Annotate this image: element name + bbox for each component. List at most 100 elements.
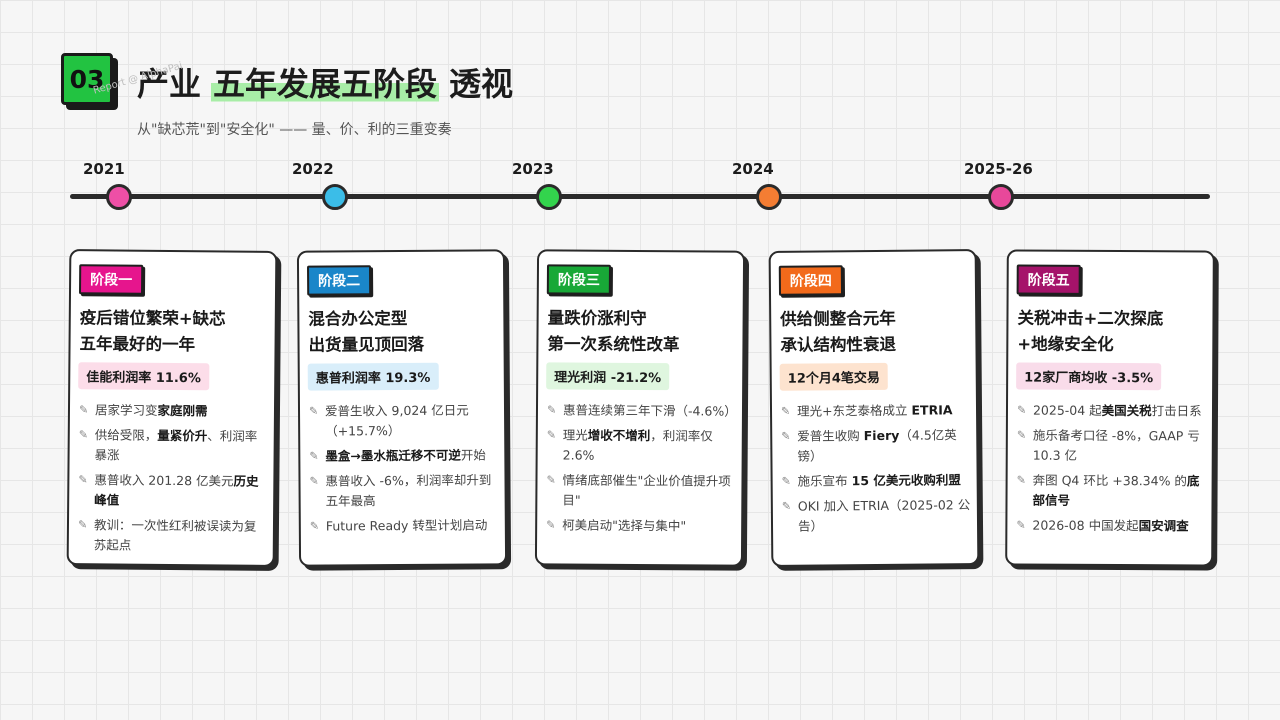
pencil-icon: ✎ bbox=[546, 473, 556, 487]
list-item: ✎ Future Ready 转型计划启动 bbox=[310, 515, 500, 536]
item-text: 居家学习变 bbox=[94, 402, 158, 418]
item-text: 理光+东芝泰格成立 bbox=[796, 402, 912, 419]
item-emphasis: 墨盒→墨水瓶迁移不可逆 bbox=[325, 447, 461, 464]
list-item: ✎ 施乐备考口径 -8%，GAAP 亏 10.3 亿 bbox=[1017, 426, 1207, 467]
stage-card-4: 阶段四 供给侧整合元年 承认结构性衰退 12个月4笔交易 ✎ 理光+东芝泰格成立 … bbox=[768, 249, 980, 567]
list-item: ✎ 情绪底部催生"企业价值提升项目" bbox=[546, 470, 736, 511]
stage-title-line1: 混合办公定型 bbox=[308, 308, 408, 329]
item-text: 开始 bbox=[460, 447, 486, 463]
pencil-icon: ✎ bbox=[308, 404, 319, 418]
pencil-icon: ✎ bbox=[781, 499, 792, 513]
pencil-icon: ✎ bbox=[1016, 428, 1027, 442]
item-text: 柯美启动"选择与集中" bbox=[562, 517, 687, 534]
list-item: ✎ 2026-08 中国发起国安调查 bbox=[1016, 516, 1206, 537]
item-emphasis: 15 亿美元收购利盟 bbox=[851, 472, 961, 489]
stage-items: ✎ 惠普连续第三年下滑（-4.6%） ✎ 理光增收不增利，利润率仅 2.6% ✎ 情绪… bbox=[546, 400, 737, 541]
stage-title: 关税冲击+二次探底 +地缘安全化 bbox=[1017, 306, 1212, 359]
page-title: 产业 五年发展五阶段 透视 bbox=[137, 59, 513, 105]
stage-title-line2: 五年最好的一年 bbox=[79, 334, 196, 355]
stage-title: 量跌价涨利守 第一次系统性改革 bbox=[547, 305, 742, 358]
timeline-dot-2021 bbox=[106, 184, 132, 210]
stage-title-line2: 第一次系统性改革 bbox=[547, 334, 680, 355]
list-item: ✎ OKI 加入 ETRIA（2025-02 公告） bbox=[782, 495, 972, 537]
timeline-dot-2025-26 bbox=[988, 184, 1014, 210]
stage-card-2: 阶段二 混合办公定型 出货量见顶回落 惠普利润率 19.3% ✎ 爱普生收入 9,… bbox=[296, 249, 508, 567]
list-item: ✎ 教训：一次性红利被误读为复苏起点 bbox=[78, 515, 268, 557]
stage-title-line2: 承认结构性衰退 bbox=[780, 334, 897, 355]
pencil-icon: ✎ bbox=[546, 403, 557, 417]
list-item: ✎ 柯美启动"选择与集中" bbox=[546, 515, 736, 536]
item-text: 打击日系 bbox=[1151, 403, 1202, 419]
item-text: 爱普生收入 9,024 亿日元（+15.7%） bbox=[324, 402, 469, 439]
section-number-badge: 03 bbox=[61, 53, 113, 105]
pencil-icon: ✎ bbox=[77, 518, 88, 532]
pencil-icon: ✎ bbox=[1016, 403, 1027, 417]
stage-tag: 阶段三 bbox=[546, 264, 611, 295]
stage-tag: 阶段一 bbox=[78, 264, 144, 295]
stage-items: ✎ 爱普生收入 9,024 亿日元（+15.7%） ✎ 墨盒→墨水瓶迁移不可逆开始 … bbox=[309, 400, 500, 541]
list-item: ✎ 爱普生收入 9,024 亿日元（+15.7%） bbox=[309, 400, 499, 441]
list-item: ✎ 理光+东芝泰格成立 ETRIA bbox=[781, 400, 971, 422]
item-text: 惠普连续第三年下滑（-4.6%） bbox=[562, 402, 737, 419]
item-text: 教训：一次性红利被误读为复苏起点 bbox=[93, 517, 257, 553]
stage-title: 混合办公定型 出货量见顶回落 bbox=[308, 305, 503, 358]
stage-title-line2: 出货量见顶回落 bbox=[308, 334, 425, 355]
pencil-icon: ✎ bbox=[781, 429, 791, 443]
timeline-year-2021: 2021 bbox=[83, 160, 125, 178]
timeline-dot-2022 bbox=[322, 184, 348, 210]
item-emphasis: ETRIA bbox=[911, 402, 953, 418]
item-text: 奔图 Q4 环比 +38.34% 的 bbox=[1032, 472, 1187, 489]
item-text: 理光 bbox=[562, 427, 588, 443]
pencil-icon: ✎ bbox=[78, 403, 89, 417]
stage-metric: 惠普利润率 19.3% bbox=[307, 362, 439, 391]
stage-title-line1: 供给侧整合元年 bbox=[780, 308, 896, 329]
pencil-icon: ✎ bbox=[1016, 473, 1026, 487]
stage-metric: 理光利润 -21.2% bbox=[546, 362, 670, 391]
list-item: ✎ 供给受限，量紧价升、利润率暴涨 bbox=[78, 425, 268, 467]
stage-tag: 阶段四 bbox=[778, 265, 844, 296]
list-item: ✎ 施乐宣布 15 亿美元收购利盟 bbox=[782, 470, 972, 492]
pencil-icon: ✎ bbox=[546, 518, 556, 532]
item-emphasis: 家庭刚需 bbox=[157, 402, 208, 419]
stage-title-line2: +地缘安全化 bbox=[1017, 334, 1114, 355]
stage-items: ✎ 2025-04 起美国关税打击日系 ✎ 施乐备考口径 -8%，GAAP 亏 10… bbox=[1016, 401, 1207, 542]
stage-tag: 阶段五 bbox=[1016, 264, 1081, 295]
item-text: 施乐备考口径 -8%，GAAP 亏 10.3 亿 bbox=[1032, 427, 1200, 463]
list-item: ✎ 理光增收不增利，利润率仅 2.6% bbox=[547, 425, 737, 466]
stage-card-1: 阶段一 疫后错位繁荣+缺芯 五年最好的一年 佳能利润率 11.6% ✎ 居家学习变… bbox=[66, 249, 278, 567]
item-text: 施乐宣布 bbox=[797, 473, 852, 489]
item-text: 2026-08 中国发起 bbox=[1032, 517, 1139, 534]
timeline-dot-2024 bbox=[756, 184, 782, 210]
stage-items: ✎ 居家学习变家庭刚需 ✎ 供给受限，量紧价升、利润率暴涨 ✎ 惠普收入 201.28… bbox=[78, 400, 269, 562]
item-text: 2025-04 起 bbox=[1032, 402, 1102, 418]
pencil-icon: ✎ bbox=[546, 428, 557, 442]
stage-metric: 12个月4笔交易 bbox=[779, 362, 888, 391]
stage-title-line1: 量跌价涨利守 bbox=[547, 308, 647, 329]
item-text: 供给受限， bbox=[94, 427, 158, 443]
item-emphasis: 量紧价升 bbox=[157, 427, 208, 444]
stage-title: 疫后错位繁荣+缺芯 五年最好的一年 bbox=[79, 305, 274, 359]
timeline-year-2022: 2022 bbox=[292, 160, 334, 178]
pencil-icon: ✎ bbox=[1016, 518, 1026, 532]
stage-metric: 12家厂商均收 -3.5% bbox=[1016, 362, 1162, 391]
list-item: ✎ 惠普连续第三年下滑（-4.6%） bbox=[547, 400, 737, 421]
timeline-dot-2023 bbox=[536, 184, 562, 210]
item-emphasis: 国安调查 bbox=[1138, 518, 1189, 534]
item-text: Future Ready 转型计划启动 bbox=[325, 517, 488, 534]
list-item: ✎ 惠普收入 -6%，利润率却升到五年最高 bbox=[309, 470, 499, 511]
page-subtitle: 从"缺芯荒"到"安全化" —— 量、价、利的三重变奏 bbox=[137, 122, 452, 138]
list-item: ✎ 2025-04 起美国关税打击日系 bbox=[1017, 401, 1207, 422]
pencil-icon: ✎ bbox=[781, 474, 791, 488]
stage-metric: 佳能利润率 11.6% bbox=[78, 362, 210, 391]
pencil-icon: ✎ bbox=[78, 428, 89, 442]
timeline-year-2025-26: 2025-26 bbox=[964, 160, 1033, 178]
title-highlight: 五年发展五阶段 bbox=[211, 59, 440, 105]
stage-items: ✎ 理光+东芝泰格成立 ETRIA ✎ 爱普生收购 Fiery（4.5亿英镑） ✎ 施… bbox=[781, 400, 972, 542]
list-item: ✎ 奔图 Q4 环比 +38.34% 的底部信号 bbox=[1016, 471, 1206, 512]
pencil-icon: ✎ bbox=[309, 519, 320, 533]
timeline-year-2023: 2023 bbox=[512, 160, 554, 178]
pencil-icon: ✎ bbox=[309, 449, 319, 463]
item-text: OKI 加入 ETRIA（2025-02 公告） bbox=[797, 497, 971, 534]
item-emphasis: 增收不增利 bbox=[587, 427, 651, 444]
item-text: 惠普收入 201.28 亿美元 bbox=[94, 472, 234, 489]
